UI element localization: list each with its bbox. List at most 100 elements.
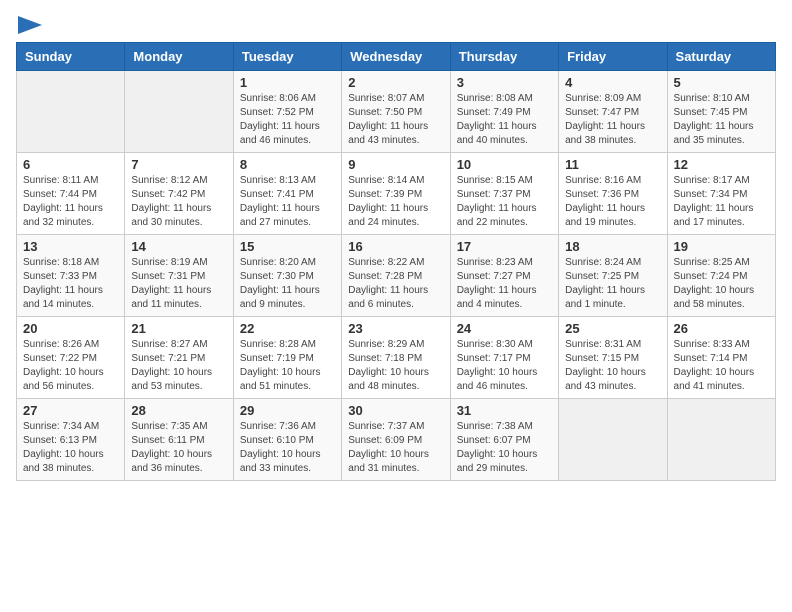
- calendar-cell: 22 Sunrise: 8:28 AM Sunset: 7:19 PM Dayli…: [233, 317, 341, 399]
- day-number: 14: [131, 239, 226, 254]
- calendar-cell: 18 Sunrise: 8:24 AM Sunset: 7:25 PM Dayli…: [559, 235, 667, 317]
- day-detail: Sunrise: 8:10 AM Sunset: 7:45 PM Dayligh…: [674, 92, 769, 148]
- day-detail: Sunrise: 7:35 AM Sunset: 6:11 PM Dayligh…: [131, 420, 226, 476]
- calendar-header: SundayMondayTuesdayWednesdayThursdayFrid…: [17, 43, 776, 71]
- day-detail: Sunrise: 8:24 AM Sunset: 7:25 PM Dayligh…: [565, 256, 660, 312]
- day-number: 8: [240, 157, 335, 172]
- day-detail: Sunrise: 8:33 AM Sunset: 7:14 PM Dayligh…: [674, 338, 769, 394]
- calendar-week-row: 20Sunrise: 8:26 AM Sunset: 7:22 PM Dayli…: [17, 317, 776, 399]
- day-number: 16: [348, 239, 443, 254]
- calendar-table: SundayMondayTuesdayWednesdayThursdayFrid…: [16, 42, 776, 481]
- day-number: 28: [131, 403, 226, 418]
- calendar-cell: 19 Sunrise: 8:25 AM Sunset: 7:24 PM Dayli…: [667, 235, 775, 317]
- day-detail: Sunrise: 8:14 AM Sunset: 7:39 PM Dayligh…: [348, 174, 443, 230]
- day-number: 9: [348, 157, 443, 172]
- day-detail: Sunrise: 7:36 AM Sunset: 6:10 PM Dayligh…: [240, 420, 335, 476]
- day-detail: Sunrise: 8:06 AM Sunset: 7:52 PM Dayligh…: [240, 92, 335, 148]
- calendar-week-row: 6 Sunrise: 8:11 AM Sunset: 7:44 PM Daylig…: [17, 153, 776, 235]
- calendar-body: 1 Sunrise: 8:06 AM Sunset: 7:52 PM Daylig…: [17, 71, 776, 481]
- day-number: 10: [457, 157, 552, 172]
- day-number: 7: [131, 157, 226, 172]
- day-detail: Sunrise: 8:17 AM Sunset: 7:34 PM Dayligh…: [674, 174, 769, 230]
- calendar-week-row: 1 Sunrise: 8:06 AM Sunset: 7:52 PM Daylig…: [17, 71, 776, 153]
- day-number: 19: [674, 239, 769, 254]
- calendar-cell: 3Sunrise: 8:08 AM Sunset: 7:49 PM Daylig…: [450, 71, 558, 153]
- calendar-cell: [667, 399, 775, 481]
- day-detail: Sunrise: 8:30 AM Sunset: 7:17 PM Dayligh…: [457, 338, 552, 394]
- day-detail: Sunrise: 7:37 AM Sunset: 6:09 PM Dayligh…: [348, 420, 443, 476]
- day-number: 23: [348, 321, 443, 336]
- day-detail: Sunrise: 8:25 AM Sunset: 7:24 PM Dayligh…: [674, 256, 769, 312]
- day-number: 17: [457, 239, 552, 254]
- day-number: 29: [240, 403, 335, 418]
- day-number: 20: [23, 321, 118, 336]
- calendar-cell: 9 Sunrise: 8:14 AM Sunset: 7:39 PM Daylig…: [342, 153, 450, 235]
- day-detail: Sunrise: 8:31 AM Sunset: 7:15 PM Dayligh…: [565, 338, 660, 394]
- day-detail: Sunrise: 8:18 AM Sunset: 7:33 PM Dayligh…: [23, 256, 118, 312]
- logo: [16, 16, 42, 30]
- calendar-cell: 29 Sunrise: 7:36 AM Sunset: 6:10 PM Dayli…: [233, 399, 341, 481]
- calendar-cell: 15Sunrise: 8:20 AM Sunset: 7:30 PM Dayli…: [233, 235, 341, 317]
- calendar-cell: 26 Sunrise: 8:33 AM Sunset: 7:14 PM Dayli…: [667, 317, 775, 399]
- day-number: 4: [565, 75, 660, 90]
- weekday-header-row: SundayMondayTuesdayWednesdayThursdayFrid…: [17, 43, 776, 71]
- day-number: 18: [565, 239, 660, 254]
- day-number: 5: [674, 75, 769, 90]
- logo-icon: [18, 16, 42, 34]
- calendar-cell: 13 Sunrise: 8:18 AM Sunset: 7:33 PM Dayli…: [17, 235, 125, 317]
- day-number: 25: [565, 321, 660, 336]
- day-number: 3: [457, 75, 552, 90]
- day-detail: Sunrise: 8:13 AM Sunset: 7:41 PM Dayligh…: [240, 174, 335, 230]
- calendar-cell: 23Sunrise: 8:29 AM Sunset: 7:18 PM Dayli…: [342, 317, 450, 399]
- calendar-cell: [17, 71, 125, 153]
- calendar-cell: 24 Sunrise: 8:30 AM Sunset: 7:17 PM Dayli…: [450, 317, 558, 399]
- day-number: 15: [240, 239, 335, 254]
- day-detail: Sunrise: 8:11 AM Sunset: 7:44 PM Dayligh…: [23, 174, 118, 230]
- day-number: 26: [674, 321, 769, 336]
- weekday-header: Monday: [125, 43, 233, 71]
- day-number: 6: [23, 157, 118, 172]
- day-number: 13: [23, 239, 118, 254]
- weekday-header: Tuesday: [233, 43, 341, 71]
- calendar-cell: 16 Sunrise: 8:22 AM Sunset: 7:28 PM Dayli…: [342, 235, 450, 317]
- day-detail: Sunrise: 8:22 AM Sunset: 7:28 PM Dayligh…: [348, 256, 443, 312]
- calendar-cell: 28 Sunrise: 7:35 AM Sunset: 6:11 PM Dayli…: [125, 399, 233, 481]
- day-detail: Sunrise: 8:07 AM Sunset: 7:50 PM Dayligh…: [348, 92, 443, 148]
- calendar-week-row: 27Sunrise: 7:34 AM Sunset: 6:13 PM Dayli…: [17, 399, 776, 481]
- day-detail: Sunrise: 8:27 AM Sunset: 7:21 PM Dayligh…: [131, 338, 226, 394]
- header: [16, 16, 776, 30]
- weekday-header: Wednesday: [342, 43, 450, 71]
- calendar-cell: 6 Sunrise: 8:11 AM Sunset: 7:44 PM Daylig…: [17, 153, 125, 235]
- day-number: 11: [565, 157, 660, 172]
- day-number: 12: [674, 157, 769, 172]
- day-number: 1: [240, 75, 335, 90]
- day-detail: Sunrise: 8:28 AM Sunset: 7:19 PM Dayligh…: [240, 338, 335, 394]
- day-number: 24: [457, 321, 552, 336]
- day-detail: Sunrise: 8:16 AM Sunset: 7:36 PM Dayligh…: [565, 174, 660, 230]
- calendar-cell: 1 Sunrise: 8:06 AM Sunset: 7:52 PM Daylig…: [233, 71, 341, 153]
- calendar-cell: 2 Sunrise: 8:07 AM Sunset: 7:50 PM Daylig…: [342, 71, 450, 153]
- day-number: 31: [457, 403, 552, 418]
- calendar-cell: [559, 399, 667, 481]
- day-detail: Sunrise: 7:34 AM Sunset: 6:13 PM Dayligh…: [23, 420, 118, 476]
- day-detail: Sunrise: 8:19 AM Sunset: 7:31 PM Dayligh…: [131, 256, 226, 312]
- calendar-cell: 8 Sunrise: 8:13 AM Sunset: 7:41 PM Daylig…: [233, 153, 341, 235]
- calendar-cell: 11 Sunrise: 8:16 AM Sunset: 7:36 PM Dayli…: [559, 153, 667, 235]
- day-number: 2: [348, 75, 443, 90]
- weekday-header: Friday: [559, 43, 667, 71]
- calendar-cell: 27Sunrise: 7:34 AM Sunset: 6:13 PM Dayli…: [17, 399, 125, 481]
- day-detail: Sunrise: 8:12 AM Sunset: 7:42 PM Dayligh…: [131, 174, 226, 230]
- calendar-cell: 10Sunrise: 8:15 AM Sunset: 7:37 PM Dayli…: [450, 153, 558, 235]
- day-detail: Sunrise: 8:23 AM Sunset: 7:27 PM Dayligh…: [457, 256, 552, 312]
- calendar-cell: 30 Sunrise: 7:37 AM Sunset: 6:09 PM Dayli…: [342, 399, 450, 481]
- weekday-header: Sunday: [17, 43, 125, 71]
- day-number: 30: [348, 403, 443, 418]
- weekday-header: Saturday: [667, 43, 775, 71]
- calendar-cell: 14 Sunrise: 8:19 AM Sunset: 7:31 PM Dayli…: [125, 235, 233, 317]
- weekday-header: Thursday: [450, 43, 558, 71]
- calendar-cell: 7 Sunrise: 8:12 AM Sunset: 7:42 PM Daylig…: [125, 153, 233, 235]
- calendar-cell: 4Sunrise: 8:09 AM Sunset: 7:47 PM Daylig…: [559, 71, 667, 153]
- day-number: 22: [240, 321, 335, 336]
- calendar-cell: 21 Sunrise: 8:27 AM Sunset: 7:21 PM Dayli…: [125, 317, 233, 399]
- day-number: 21: [131, 321, 226, 336]
